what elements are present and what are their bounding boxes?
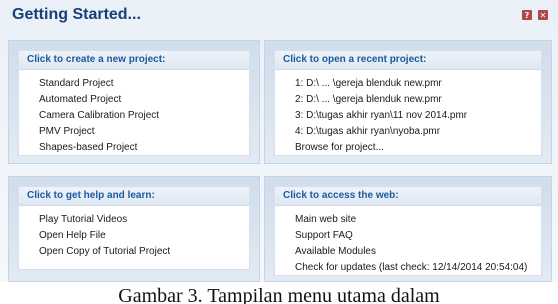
- help-icon[interactable]: ?: [522, 10, 532, 20]
- new-project-header: Click to create a new project:: [19, 51, 249, 70]
- open-help-file-link[interactable]: Open Help File: [39, 228, 249, 244]
- support-faq-link[interactable]: Support FAQ: [295, 228, 541, 244]
- recent-project-header: Click to open a recent project:: [275, 51, 541, 70]
- recent-project-4-link[interactable]: 4: D:\tugas akhir ryan\nyoba.pmr: [295, 124, 541, 140]
- main-web-site-link[interactable]: Main web site: [295, 212, 541, 228]
- recent-project-3-link[interactable]: 3: D:\tugas akhir ryan\11 nov 2014.pmr: [295, 108, 541, 124]
- automated-project-link[interactable]: Automated Project: [39, 92, 249, 108]
- web-header: Click to access the web:: [275, 187, 541, 206]
- new-project-panel: Click to create a new project: Standard …: [8, 40, 260, 164]
- getting-started-window: Getting Started... ? ✕ Click to create a…: [0, 0, 558, 284]
- available-modules-link[interactable]: Available Modules: [295, 244, 541, 260]
- recent-project-panel: Click to open a recent project: 1: D:\ .…: [264, 40, 552, 164]
- recent-project-2-link[interactable]: 2: D:\ ... \gereja blenduk new.pmr: [295, 92, 541, 108]
- recent-project-1-link[interactable]: 1: D:\ ... \gereja blenduk new.pmr: [295, 76, 541, 92]
- standard-project-link[interactable]: Standard Project: [39, 76, 249, 92]
- play-tutorial-videos-link[interactable]: Play Tutorial Videos: [39, 212, 249, 228]
- close-icon[interactable]: ✕: [538, 10, 548, 20]
- window-title: Getting Started...: [12, 6, 141, 23]
- browse-project-link[interactable]: Browse for project...: [295, 140, 541, 156]
- open-tutorial-project-link[interactable]: Open Copy of Tutorial Project: [39, 244, 249, 260]
- help-header: Click to get help and learn:: [19, 187, 249, 206]
- camera-calibration-project-link[interactable]: Camera Calibration Project: [39, 108, 249, 124]
- pmv-project-link[interactable]: PMV Project: [39, 124, 249, 140]
- help-panel: Click to get help and learn: Play Tutori…: [8, 176, 260, 282]
- shapes-based-project-link[interactable]: Shapes-based Project: [39, 140, 249, 156]
- check-updates-link[interactable]: Check for updates (last check: 12/14/201…: [295, 260, 541, 276]
- web-panel: Click to access the web: Main web site S…: [264, 176, 552, 282]
- figure-caption: Gambar 3. Tampilan menu utama dalam: [0, 282, 558, 304]
